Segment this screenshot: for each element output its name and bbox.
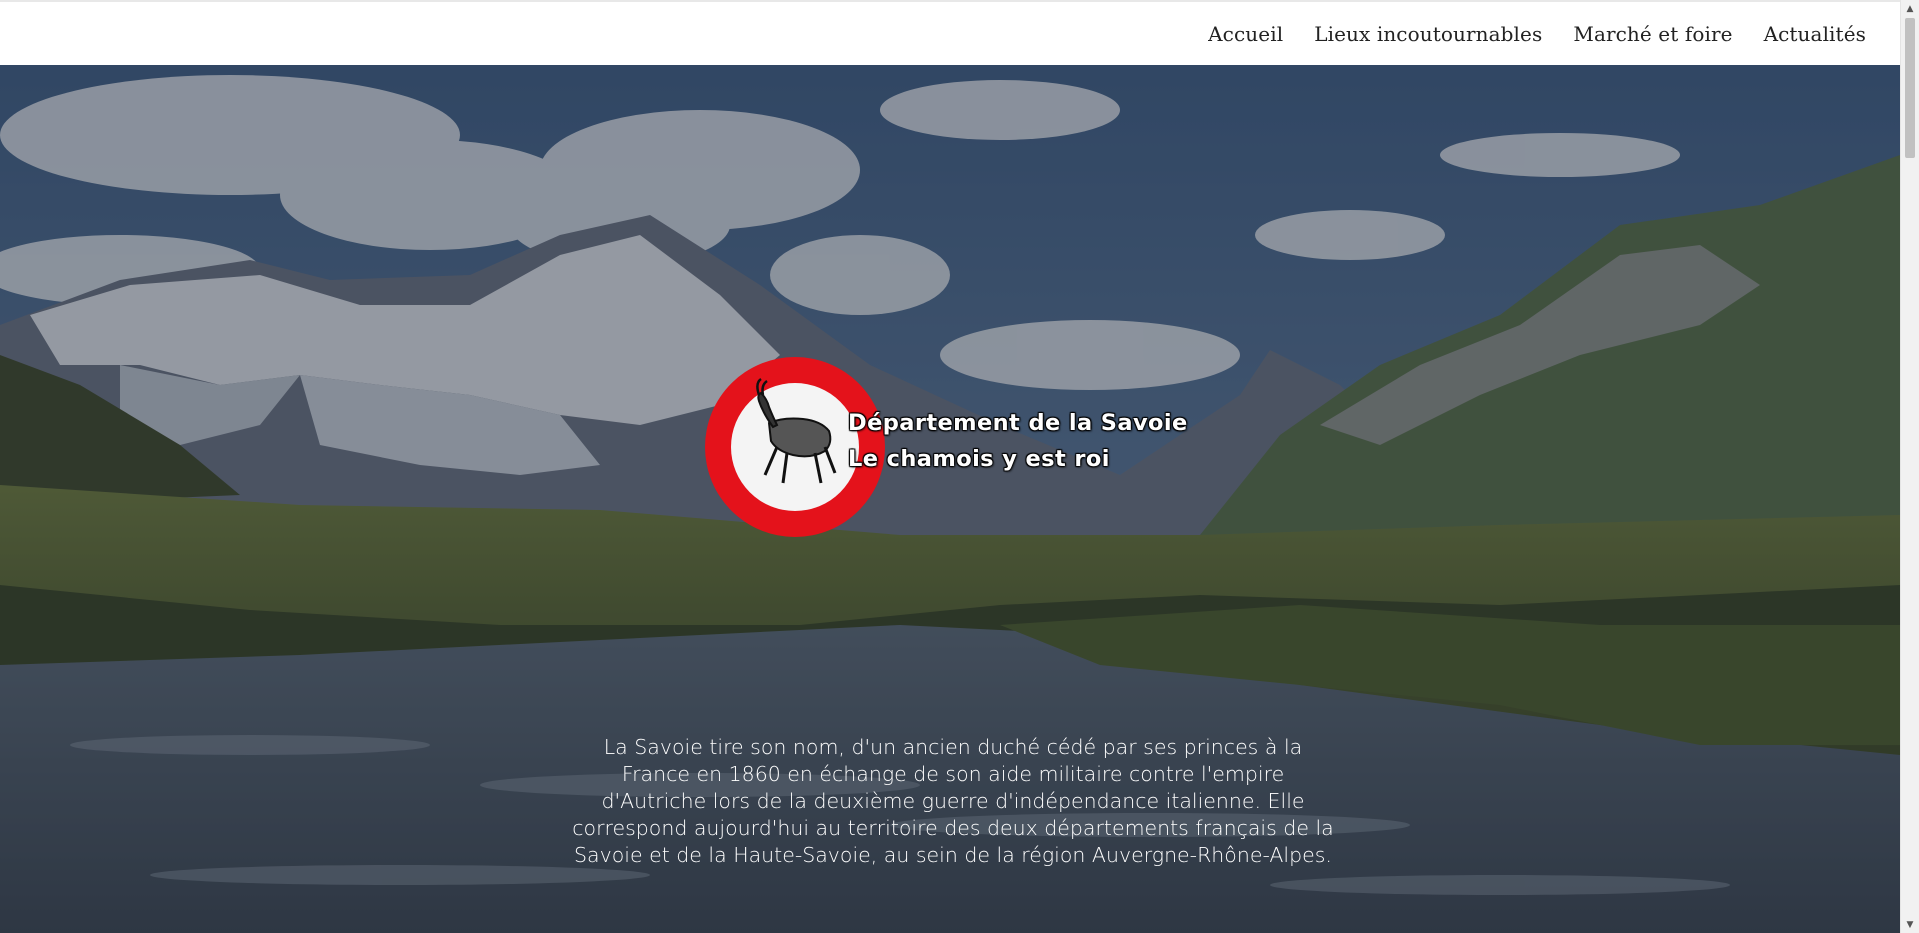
site-title-line-1: Département de la Savoie	[848, 410, 1188, 436]
scroll-up-icon[interactable]: ▲	[1901, 0, 1919, 17]
nav-item-marche-et-foire[interactable]: Marché et foire	[1573, 22, 1732, 46]
scroll-down-icon[interactable]: ▼	[1901, 916, 1919, 933]
page-scrollbar[interactable]: ▲ ▼	[1900, 0, 1919, 933]
site-title-line-2: Le chamois y est roi	[848, 446, 1110, 472]
nav-item-lieux-incoutournables[interactable]: Lieux incoutournables	[1314, 22, 1542, 46]
nav-item-actualites[interactable]: Actualités	[1764, 22, 1866, 46]
nav-item-accueil[interactable]: Accueil	[1208, 22, 1283, 46]
main-navigation: Accueil Lieux incoutournables Marché et …	[0, 2, 1900, 65]
scrollbar-thumb[interactable]	[1905, 18, 1915, 158]
site-title: Département de la Savoie Le chamois y es…	[848, 405, 1188, 477]
hero-section: Département de la Savoie Le chamois y es…	[0, 65, 1900, 933]
hero-description: La Savoie tire son nom, d'un ancien duch…	[572, 734, 1334, 867]
